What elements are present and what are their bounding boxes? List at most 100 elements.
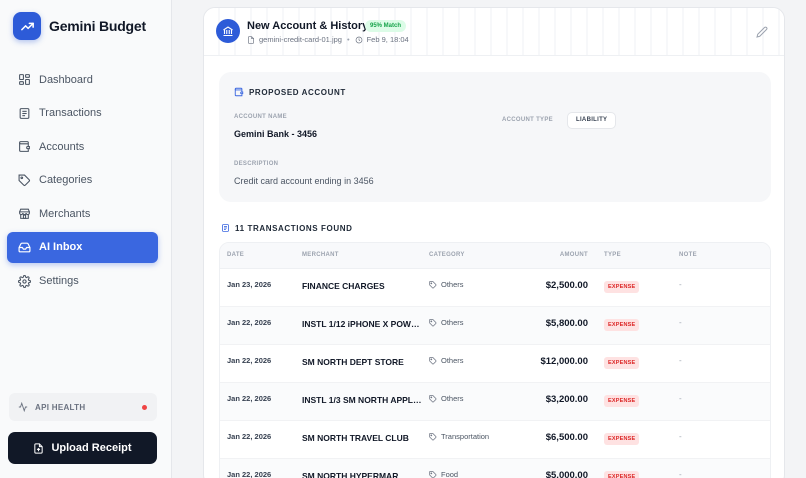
type-badge: EXPENSE: [604, 281, 640, 293]
cell-merchant: INSTL 1/12 iPHONE X POWERMAC: [302, 319, 422, 329]
tag-icon: [429, 432, 437, 440]
inbox-icon: [18, 242, 31, 253]
account-name-label: ACCOUNT NAME: [234, 114, 287, 120]
file-upload-icon: [34, 442, 44, 454]
receipt-icon: [222, 224, 229, 232]
cell-note: -: [679, 432, 682, 441]
cell-merchant: INSTL 1/3 SM NORTH APPLIANCE: [302, 395, 422, 405]
cell-amount: $5,800.00: [545, 318, 588, 329]
sidebar-item-settings[interactable]: Settings: [7, 266, 158, 297]
table-row[interactable]: Jan 22, 2026 INSTL 1/3 SM NORTH APPLIANC…: [220, 383, 770, 421]
column-header-merchant: MERCHANT: [302, 252, 339, 258]
type-badge: EXPENSE: [604, 471, 640, 478]
sidebar-item-label: Categories: [39, 174, 93, 187]
bank-icon: [216, 19, 240, 43]
cell-date: Jan 22, 2026: [227, 470, 272, 478]
dashboard-grid-icon: [19, 74, 30, 85]
sidebar-item-categories[interactable]: Categories: [7, 165, 158, 196]
meta-separator: •: [346, 35, 350, 44]
type-badge: EXPENSE: [604, 319, 640, 331]
table-row[interactable]: Jan 22, 2026 INSTL 1/12 iPHONE X POWERMA…: [220, 307, 770, 345]
brand[interactable]: Gemini Budget: [13, 12, 146, 40]
tag-icon: [429, 280, 437, 288]
brand-name: Gemini Budget: [49, 18, 146, 34]
cell-category: Transportation: [429, 432, 489, 441]
cell-amount: $12,000.00: [540, 356, 588, 367]
cell-category: Food: [429, 470, 458, 478]
pencil-icon: [756, 26, 768, 38]
column-header-date: DATE: [227, 252, 245, 258]
tag-icon: [429, 318, 437, 326]
sidebar-item-label: Accounts: [39, 140, 85, 153]
sidebar-item-label: Transactions: [39, 107, 102, 120]
sidebar-item-label: Dashboard: [39, 73, 93, 86]
account-type-label: ACCOUNT TYPE: [502, 117, 553, 123]
source-file-name[interactable]: gemini-credit-card-01.jpg: [259, 35, 342, 44]
file-icon: [248, 35, 254, 44]
table-row[interactable]: Jan 22, 2026 SM NORTH TRAVEL CLUB Transp…: [220, 421, 770, 459]
cell-date: Jan 22, 2026: [227, 432, 272, 441]
cell-note: -: [679, 318, 682, 327]
cell-category: Others: [429, 394, 464, 403]
gear-icon: [18, 274, 31, 288]
cell-date: Jan 23, 2026: [227, 280, 272, 289]
table-row[interactable]: Jan 22, 2026 SM NORTH DEPT STORE Others …: [220, 345, 770, 383]
cell-amount: $3,200.00: [545, 394, 588, 405]
receipt-icon: [19, 107, 30, 119]
timestamp: Feb 9, 18:04: [366, 35, 409, 44]
cell-note: -: [679, 280, 682, 289]
cell-date: Jan 22, 2026: [227, 394, 272, 403]
description-label: DESCRIPTION: [234, 161, 279, 167]
description-value: Credit card account ending in 3456: [234, 176, 374, 186]
category-label: Transportation: [441, 432, 490, 441]
cell-note: -: [679, 356, 682, 365]
api-health-status[interactable]: API HEALTH: [9, 393, 157, 421]
upload-receipt-button[interactable]: Upload Receipt: [8, 432, 157, 464]
tag-icon: [429, 356, 437, 364]
cell-amount: $2,500.00: [545, 280, 588, 291]
column-header-note: NOTE: [679, 252, 697, 258]
column-header-category: CATEGORY: [429, 252, 465, 258]
tag-icon: [429, 394, 437, 402]
cell-merchant: SM NORTH HYPERMAR: [302, 471, 399, 478]
proposed-account-panel: PROPOSED ACCOUNT ACCOUNT NAME Gemini Ban…: [219, 72, 771, 202]
sidebar-item-dashboard[interactable]: Dashboard: [7, 64, 158, 95]
type-badge: EXPENSE: [604, 395, 640, 407]
category-label: Others: [441, 280, 464, 289]
category-label: Food: [441, 470, 459, 478]
cell-category: Others: [429, 356, 464, 365]
sidebar-item-label: Merchants: [39, 207, 91, 220]
category-label: Others: [441, 356, 464, 365]
sidebar-item-merchants[interactable]: Merchants: [7, 198, 158, 229]
sidebar-item-label: Settings: [39, 275, 79, 288]
sidebar-item-accounts[interactable]: Accounts: [7, 131, 158, 162]
table-row[interactable]: Jan 22, 2026 SM NORTH HYPERMAR Food $5,0…: [220, 459, 770, 478]
tag-icon: [429, 470, 437, 478]
sidebar-item-ai-inbox[interactable]: AI Inbox: [7, 231, 158, 263]
wallet-icon: [234, 87, 244, 97]
upload-receipt-label: Upload Receipt: [51, 442, 132, 454]
wallet-icon: [19, 141, 30, 153]
transactions-title: 11 TRANSACTIONS FOUND: [221, 223, 353, 233]
cell-merchant: SM NORTH TRAVEL CLUB: [302, 433, 409, 443]
edit-button[interactable]: [756, 25, 768, 43]
account-type-badge: LIABILITY: [567, 112, 617, 129]
column-header-amount: AMOUNT: [559, 252, 588, 258]
sidebar-item-transactions[interactable]: Transactions: [7, 98, 158, 129]
account-name-value: Gemini Bank - 3456: [234, 129, 318, 139]
cell-amount: $6,500.00: [545, 432, 588, 443]
column-header-type: TYPE: [604, 252, 621, 258]
tag-icon: [18, 174, 30, 186]
cell-date: Jan 22, 2026: [227, 318, 272, 327]
cell-date: Jan 22, 2026: [227, 356, 272, 365]
cell-category: Others: [429, 280, 464, 289]
sidebar-item-label: AI Inbox: [39, 241, 83, 254]
cell-note: -: [679, 470, 682, 478]
sidebar-nav: Dashboard Transactions Accounts Categori…: [7, 64, 158, 299]
table-row[interactable]: Jan 23, 2026 FINANCE CHARGES Others $2,5…: [220, 269, 770, 307]
table-body: Jan 23, 2026 FINANCE CHARGES Others $2,5…: [220, 269, 770, 478]
status-dot: [142, 405, 147, 410]
store-icon: [19, 209, 30, 220]
sidebar: Gemini Budget Dashboard Transactions Acc…: [0, 0, 172, 478]
type-badge: EXPENSE: [604, 357, 640, 369]
